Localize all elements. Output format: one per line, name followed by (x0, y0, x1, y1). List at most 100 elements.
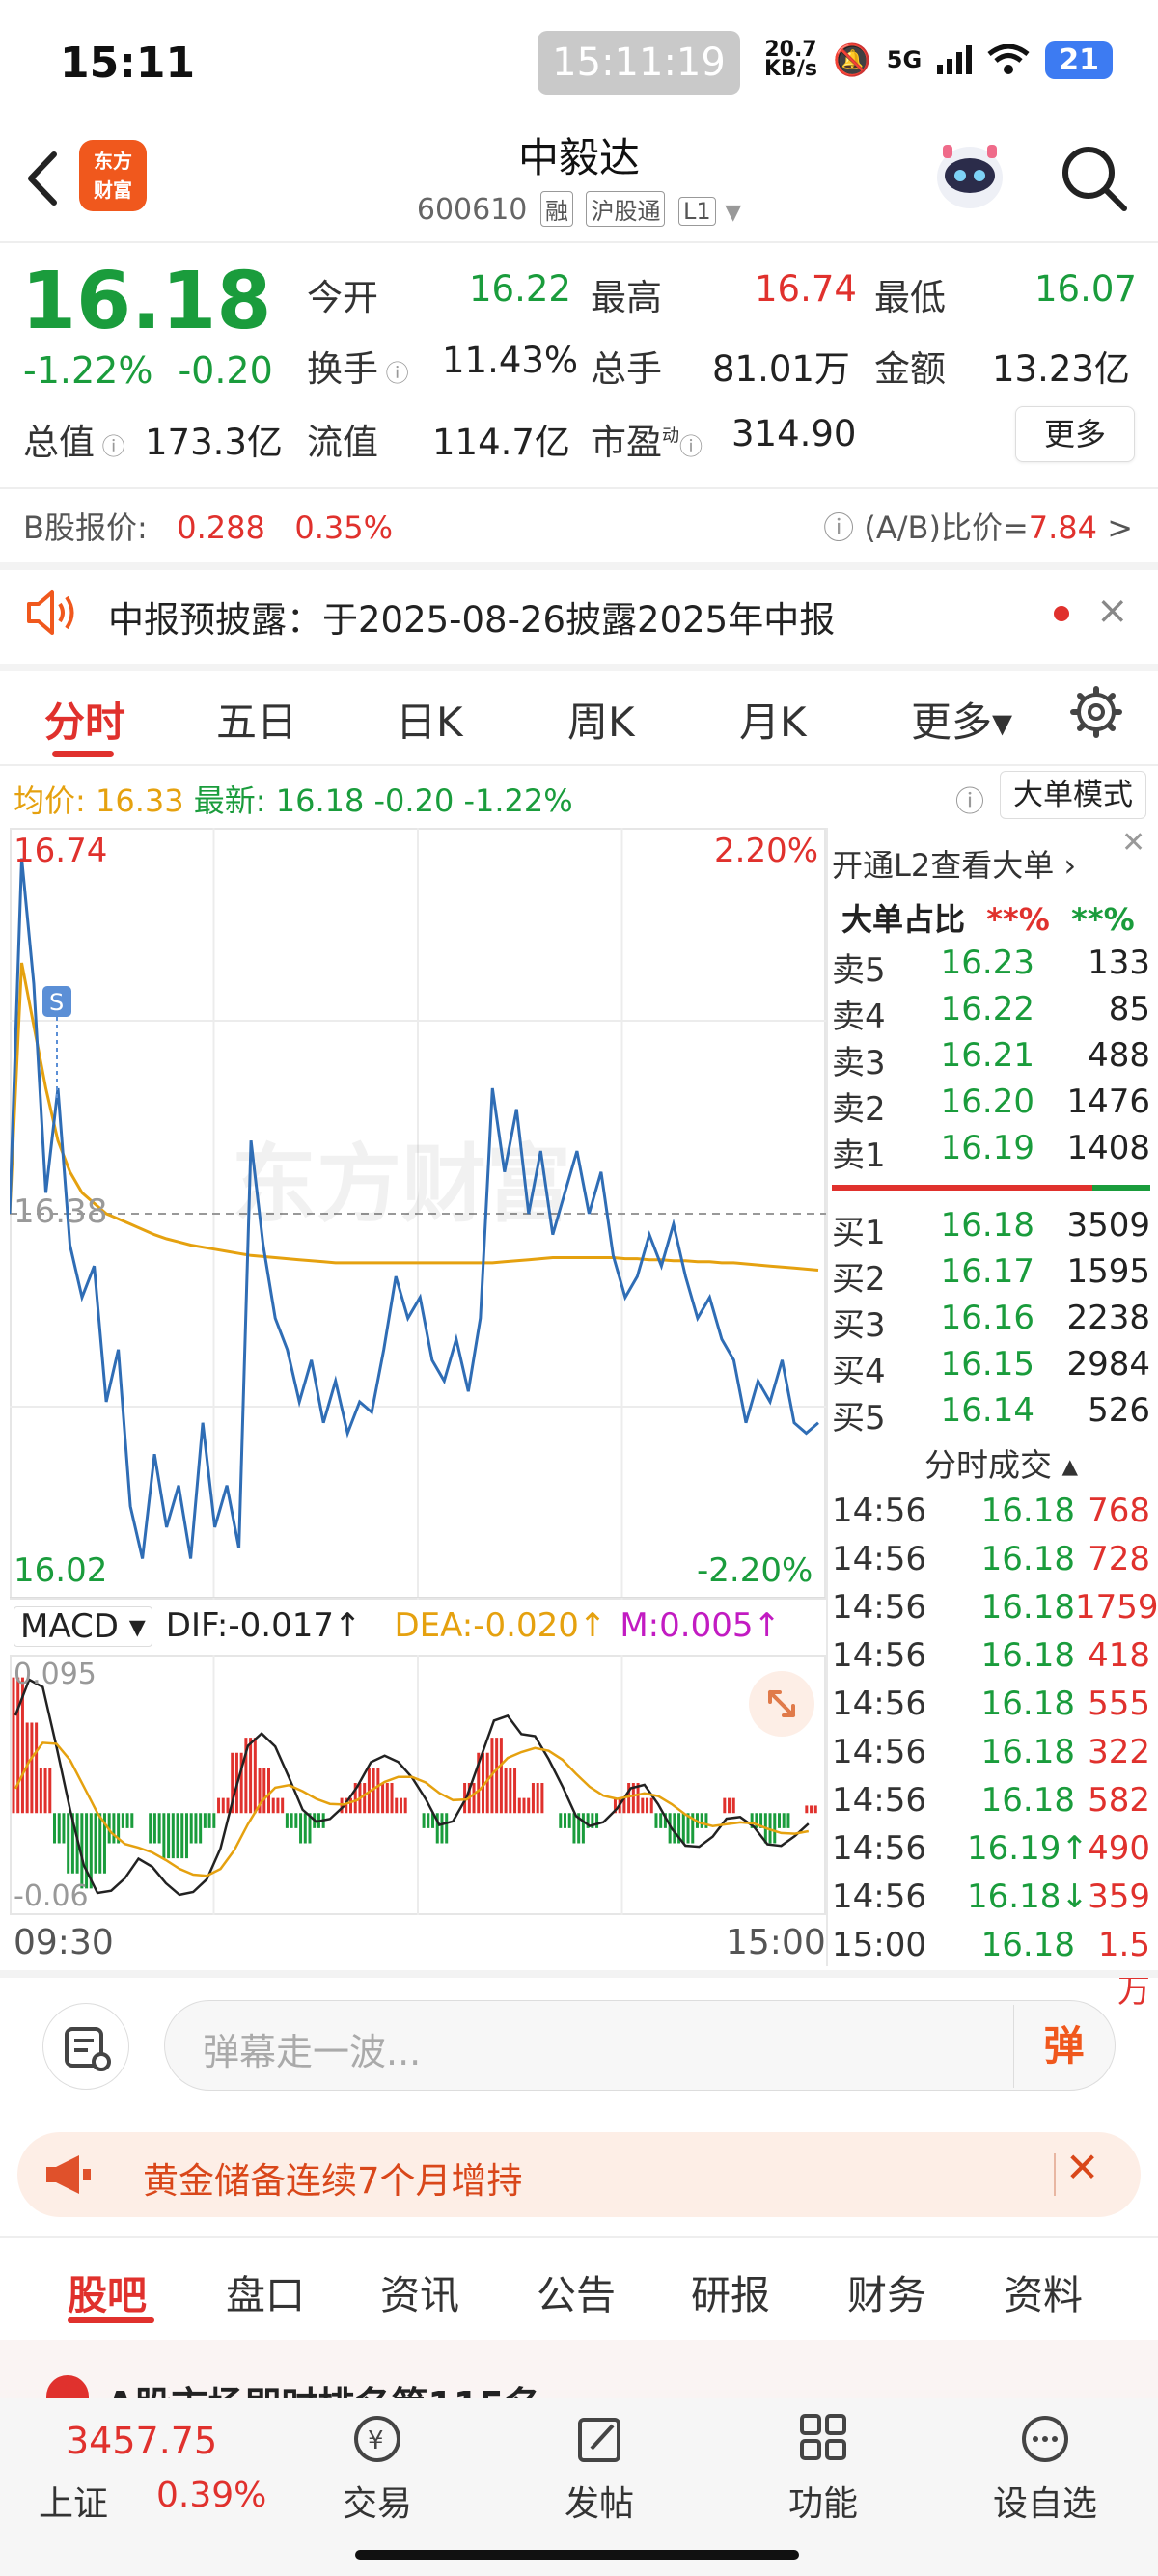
grid-icon (800, 2414, 846, 2460)
mute-bell-icon: 🔕 (832, 41, 871, 78)
info-icon[interactable]: ⓘ (95, 433, 125, 460)
close-icon[interactable]: × (1096, 589, 1129, 633)
bid-price: 16.15 (940, 1345, 1034, 1384)
subtab-finance[interactable]: 财务 (847, 2262, 926, 2320)
tab-daily-k[interactable]: 日K (396, 690, 463, 749)
subtab-guba[interactable]: 股吧 (68, 2262, 147, 2320)
bid-label: 买2 (832, 1260, 886, 1299)
tab-monthly-k[interactable]: 月K (739, 690, 807, 749)
trade-volume: 418 (1088, 1636, 1150, 1675)
index-change[interactable]: 0.39% (156, 2476, 266, 2515)
danmu-button[interactable]: 弹 (1013, 2005, 1114, 2088)
tag-margin: 融 (539, 191, 573, 227)
nav-functions[interactable]: 功能 (760, 2412, 886, 2526)
nav-post[interactable]: 发帖 (537, 2412, 662, 2526)
dea-line (14, 1741, 810, 1877)
close-icon[interactable]: ✕ (1065, 2144, 1099, 2191)
ask-volume: 1476 (1066, 1082, 1150, 1121)
tab-intraday[interactable]: 分时 (44, 690, 125, 749)
bid-row[interactable]: 买1 16.18 3509 (832, 1206, 1150, 1252)
bid-label: 买4 (832, 1353, 886, 1391)
subtab-underline (68, 2317, 154, 2323)
nav-add-watchlist[interactable]: 设自选 (982, 2412, 1108, 2526)
trade-volume: 555 (1088, 1685, 1150, 1723)
bid-volume: 526 (1088, 1391, 1150, 1430)
ask-row[interactable]: 卖1 16.19 1408 (832, 1129, 1150, 1175)
ab-ratio-row[interactable]: ⓘ (A/B)比价=7.84 > (823, 504, 1133, 548)
ranking-teaser-text[interactable]: A股市场即时排名第115名 › (106, 2375, 569, 2398)
divider (0, 241, 1158, 243)
big-order-mode-button[interactable]: 大单模式 (1000, 771, 1146, 819)
macd-max-label: 0.095 (14, 1658, 96, 1691)
high-label: 最高 (591, 277, 662, 318)
trade-row: 14:56 16.18 555 (832, 1685, 1150, 1733)
divider (0, 487, 1158, 489)
help-icon[interactable]: ⓘ (955, 778, 984, 820)
b-share-pct: 0.35% (294, 509, 394, 546)
tab-more[interactable]: 更多▾ (911, 690, 1012, 749)
index-name[interactable]: 上证 (39, 2476, 108, 2526)
trade-time: 14:56 (832, 1829, 926, 1868)
edit-icon (578, 2418, 620, 2462)
bid-row[interactable]: 买5 16.14 526 (832, 1391, 1150, 1438)
trade-volume: 1.5万 (1097, 1926, 1150, 2011)
subtab-pankou[interactable]: 盘口 (226, 2262, 305, 2320)
bid-row[interactable]: 买4 16.15 2984 (832, 1345, 1150, 1391)
l2-promo-link[interactable]: 开通L2查看大单 › (832, 841, 1076, 886)
svg-text:S: S (49, 989, 64, 1016)
ask-volume: 85 (1108, 990, 1150, 1028)
amount-value: 13.23亿 (992, 348, 1130, 390)
buy-sell-strength-bar (832, 1185, 1150, 1191)
subtab-announcements[interactable]: 公告 (537, 2262, 616, 2320)
signal-marker[interactable]: S (42, 986, 71, 1098)
index-value[interactable]: 3457.75 (66, 2420, 217, 2462)
tab-five-day[interactable]: 五日 (216, 690, 297, 749)
tab-weekly-k[interactable]: 周K (567, 690, 635, 749)
home-indicator[interactable] (355, 2550, 799, 2560)
bid-label: 买1 (832, 1214, 886, 1252)
info-icon[interactable]: ⓘ (679, 433, 703, 460)
bid-volume: 2984 (1066, 1345, 1150, 1384)
intraday-info-line: 均价: 16.33 最新: 16.18 -0.20 -1.22% (14, 782, 573, 819)
macd-selector[interactable]: MACD ▾ (14, 1606, 152, 1647)
time-end-label: 15:00 (726, 1923, 826, 1962)
notice-text[interactable]: 中报预披露：于2025-08-26披露2025年中报 (108, 590, 835, 643)
expand-icon[interactable] (749, 1671, 814, 1737)
bid-row[interactable]: 买3 16.16 2238 (832, 1299, 1150, 1345)
subtab-news[interactable]: 资讯 (380, 2262, 459, 2320)
ask-price: 16.20 (940, 1082, 1034, 1121)
pe-label: 市盈动ⓘ (591, 422, 703, 463)
pe-value: 314.90 (731, 413, 857, 454)
subtab-research[interactable]: 研报 (691, 2262, 770, 2320)
trade-row: 14:56 16.18 418 (832, 1636, 1150, 1685)
nav-trade[interactable]: ¥ 交易 (315, 2412, 440, 2526)
subtab-profile[interactable]: 资料 (1004, 2262, 1083, 2320)
trades-header[interactable]: 分时成交 ▴ (924, 1439, 1078, 1486)
robot-assistant-icon[interactable] (931, 135, 1008, 216)
net-speed: 20.7 KB/s (764, 38, 817, 81)
more-quote-button[interactable]: 更多 (1015, 406, 1135, 462)
help-icon[interactable]: ⓘ (823, 509, 854, 546)
promo-text[interactable]: 黄金储备连续7个月增持 (143, 2151, 523, 2204)
trade-volume: 490 (1088, 1829, 1150, 1868)
trade-volume: 359 (1088, 1877, 1150, 1916)
macd-lines (14, 1678, 810, 1897)
gear-icon[interactable] (1069, 685, 1123, 739)
ask-row[interactable]: 卖5 16.23 133 (832, 944, 1150, 990)
ask-row[interactable]: 卖4 16.22 85 (832, 990, 1150, 1036)
close-icon[interactable]: ✕ (1121, 826, 1145, 860)
intraday-chart[interactable]: 东方财富 S (10, 828, 826, 1600)
bid-price: 16.16 (940, 1299, 1034, 1337)
trade-volume: 582 (1088, 1781, 1150, 1820)
trade-time: 14:56 (832, 1540, 926, 1578)
divider (10, 1597, 825, 1598)
info-icon[interactable]: ⓘ (378, 360, 409, 387)
latest-pct: -1.22% (463, 782, 573, 819)
search-icon[interactable] (1057, 141, 1130, 214)
comment-list-icon[interactable] (42, 2003, 129, 2090)
bid-row[interactable]: 买2 16.17 1595 (832, 1252, 1150, 1299)
megaphone-icon (46, 2155, 91, 2194)
macd-chart[interactable] (10, 1655, 826, 1915)
ask-row[interactable]: 卖3 16.21 488 (832, 1036, 1150, 1082)
ask-row[interactable]: 卖2 16.20 1476 (832, 1082, 1150, 1129)
